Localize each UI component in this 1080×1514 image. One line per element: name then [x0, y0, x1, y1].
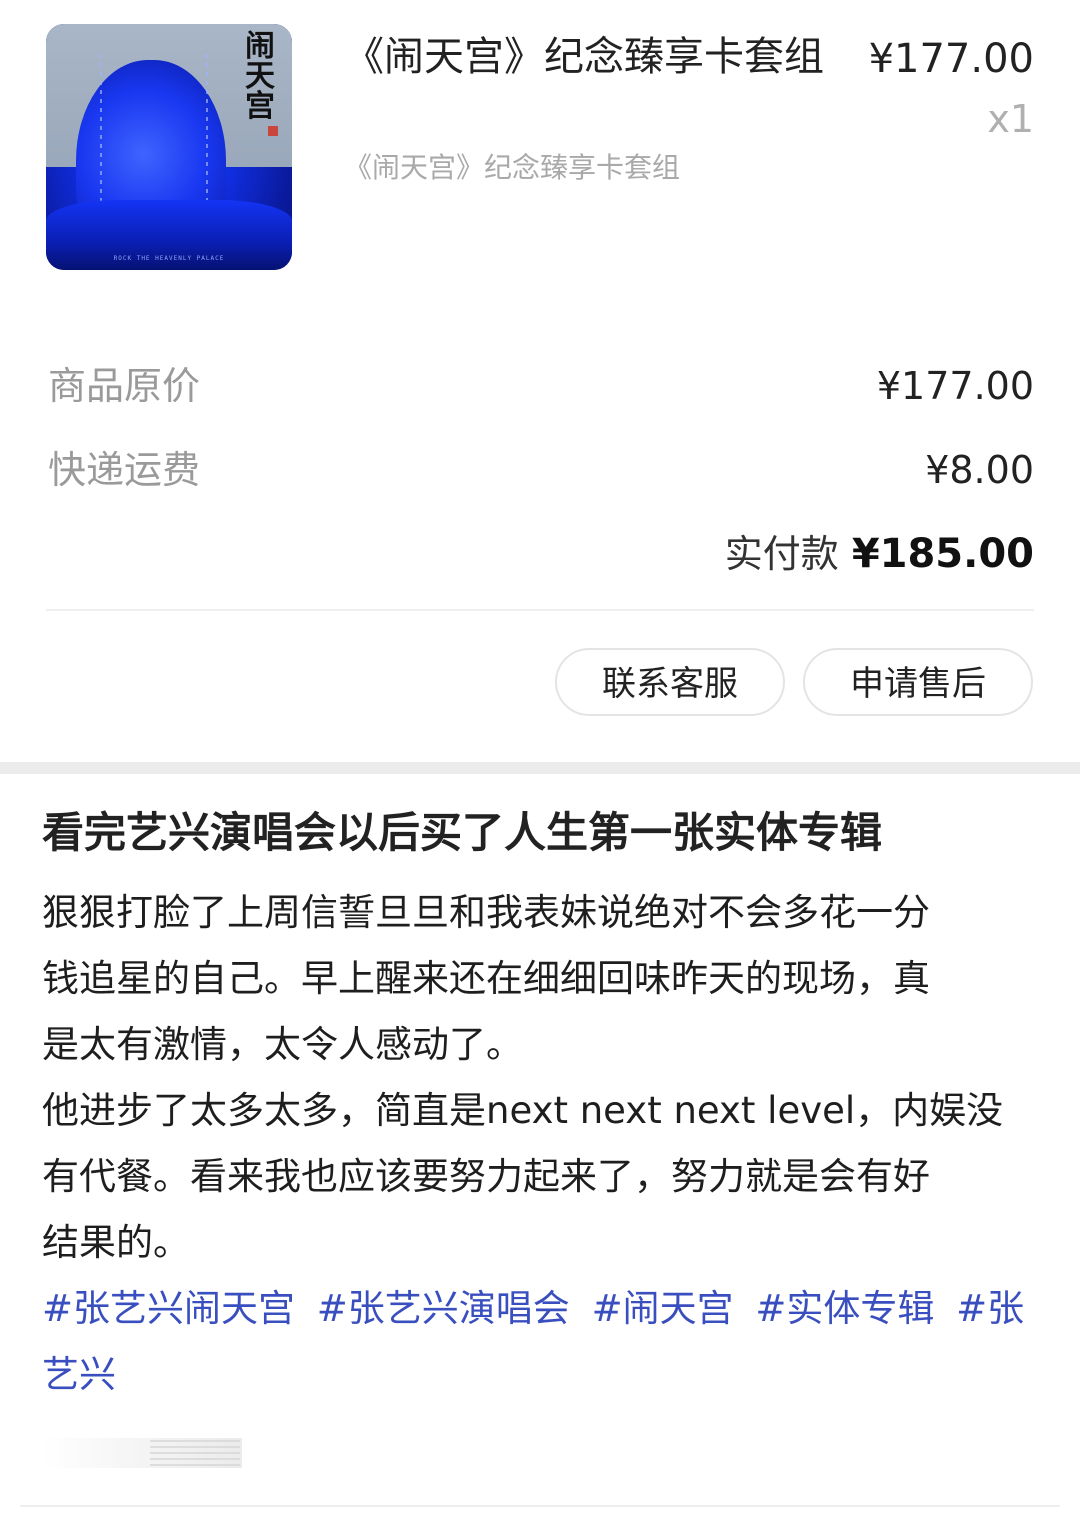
- total-paid-row: 实付款 ¥185.00: [725, 526, 1034, 582]
- original-price-label: 商品原价: [48, 364, 201, 408]
- thumbnail-chain-left: [100, 54, 102, 224]
- contact-support-button[interactable]: 联系客服: [555, 648, 785, 716]
- original-price-row: 商品原价 ¥177.00: [48, 359, 1034, 413]
- post-body-line: 是太有激情，太令人感动了。: [42, 1023, 523, 1066]
- thumbnail-chain-right: [206, 54, 208, 224]
- thumbnail-red-seal: [268, 126, 278, 136]
- product-price: ¥177.00: [868, 36, 1034, 82]
- order-card: 闹天宫 ROCK THE HEAVENLY PALACE 《闹天宫》纪念臻享卡套…: [0, 0, 1080, 762]
- divider: [46, 609, 1034, 611]
- bottom-divider: [20, 1505, 1060, 1507]
- original-price-value: ¥177.00: [876, 364, 1034, 408]
- total-paid-label: 实付款: [724, 532, 839, 576]
- product-title[interactable]: 《闹天宫》纪念臻享卡套组: [344, 30, 824, 84]
- hashtag-link[interactable]: #实体专辑: [755, 1287, 934, 1330]
- total-paid-value: ¥185.00: [851, 531, 1034, 577]
- thumbnail-calligraphy-title: 闹天宫: [245, 29, 275, 124]
- hashtag-link[interactable]: #闹天宫: [592, 1287, 734, 1330]
- product-spec: 《闹天宫》纪念臻享卡套组: [344, 151, 681, 184]
- shipping-row: 快递运费 ¥8.00: [48, 443, 1034, 497]
- section-separator: [0, 762, 1080, 774]
- post-body-line: 他进步了太多太多，简直是next next next level，内娱没: [42, 1089, 1004, 1132]
- shipping-value: ¥8.00: [925, 448, 1034, 492]
- thumbnail-caption: ROCK THE HEAVENLY PALACE: [113, 255, 225, 262]
- post-body-line: 结果的。: [42, 1221, 190, 1264]
- hashtag-link[interactable]: #张艺兴闹天宫: [42, 1287, 295, 1330]
- post-title: 看完艺兴演唱会以后买了人生第一张实体专辑: [42, 808, 883, 857]
- after-sales-button[interactable]: 申请售后: [803, 648, 1033, 716]
- post-body-line: 有代餐。看来我也应该要努力起来了，努力就是会有好: [42, 1155, 930, 1198]
- shipping-label: 快递运费: [48, 448, 201, 492]
- post-body-line: 钱追星的自己。早上醒来还在细细回味昨天的现场，真: [42, 957, 930, 1000]
- post-body-line: 狠狠打脸了上周信誓旦旦和我表妹说绝对不会多花一分: [42, 891, 930, 934]
- product-quantity: x1: [987, 97, 1034, 141]
- post-body: 狠狠打脸了上周信誓旦旦和我表妹说绝对不会多花一分 钱追星的自己。早上醒来还在细细…: [42, 880, 1042, 1276]
- hashtag-link[interactable]: #张艺兴演唱会: [317, 1287, 570, 1330]
- faded-placeholder-lines: [150, 1440, 240, 1466]
- product-thumbnail[interactable]: 闹天宫 ROCK THE HEAVENLY PALACE: [46, 24, 292, 270]
- hashtag-list: #张艺兴闹天宫 #张艺兴演唱会 #闹天宫 #实体专辑 #张艺兴: [42, 1276, 1042, 1408]
